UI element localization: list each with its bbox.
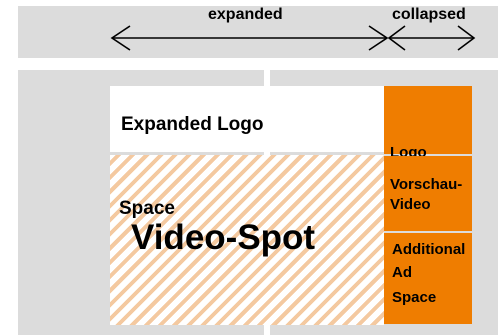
additional-label-1: Additional <box>392 241 466 258</box>
dimension-arrows <box>110 25 476 51</box>
space-label: Space <box>119 198 175 219</box>
preview-video-label-2: Video <box>390 196 431 213</box>
additional-label-2: Ad <box>392 264 412 281</box>
video-spot-label: Video-Spot <box>131 218 316 257</box>
additional-label-3: Space <box>392 289 437 306</box>
expanded-logo-label: Expanded Logo <box>121 114 264 135</box>
preview-video-label-1: Vorschau- <box>390 176 463 193</box>
